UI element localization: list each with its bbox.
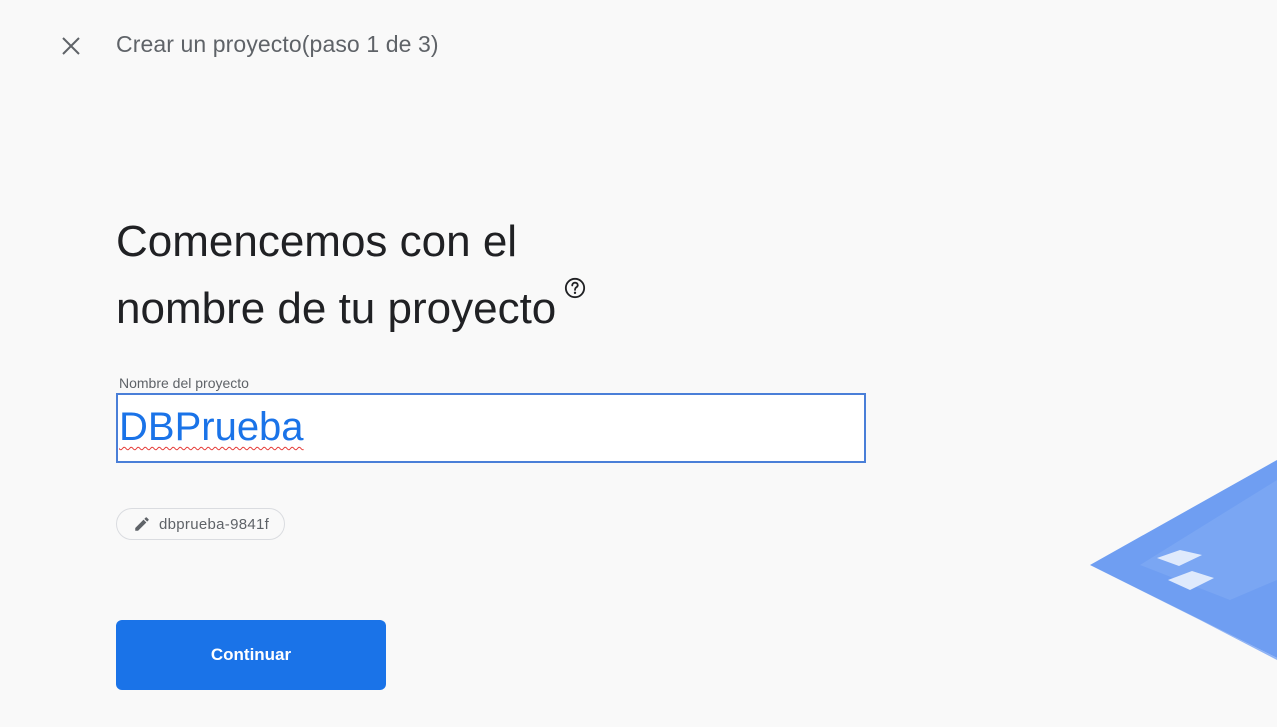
heading-line-2-wrapper: nombre de tu proyecto <box>116 275 586 342</box>
decorative-illustration <box>1090 460 1277 660</box>
help-circle-icon[interactable] <box>564 277 586 299</box>
project-id-text: dbprueba-9841f <box>159 515 270 533</box>
heading-line-2: nombre de tu proyecto <box>116 284 557 333</box>
continue-button[interactable]: Continuar <box>116 620 386 690</box>
project-id-chip[interactable]: dbprueba-9841f <box>116 508 286 540</box>
project-name-input[interactable] <box>116 393 866 463</box>
page-heading: Comencemos con el nombre de tu proyecto <box>116 208 586 342</box>
close-icon <box>62 37 80 55</box>
heading-line-1: Comencemos con el <box>116 217 518 266</box>
project-name-label: Nombre del proyecto <box>119 375 249 391</box>
top-bar: Crear un proyecto(paso 1 de 3) <box>0 0 1277 92</box>
close-button[interactable] <box>55 30 87 62</box>
create-project-page: Crear un proyecto(paso 1 de 3) Comencemo… <box>0 0 1277 727</box>
step-title: Crear un proyecto(paso 1 de 3) <box>116 31 439 57</box>
edit-pencil-icon <box>135 517 149 531</box>
